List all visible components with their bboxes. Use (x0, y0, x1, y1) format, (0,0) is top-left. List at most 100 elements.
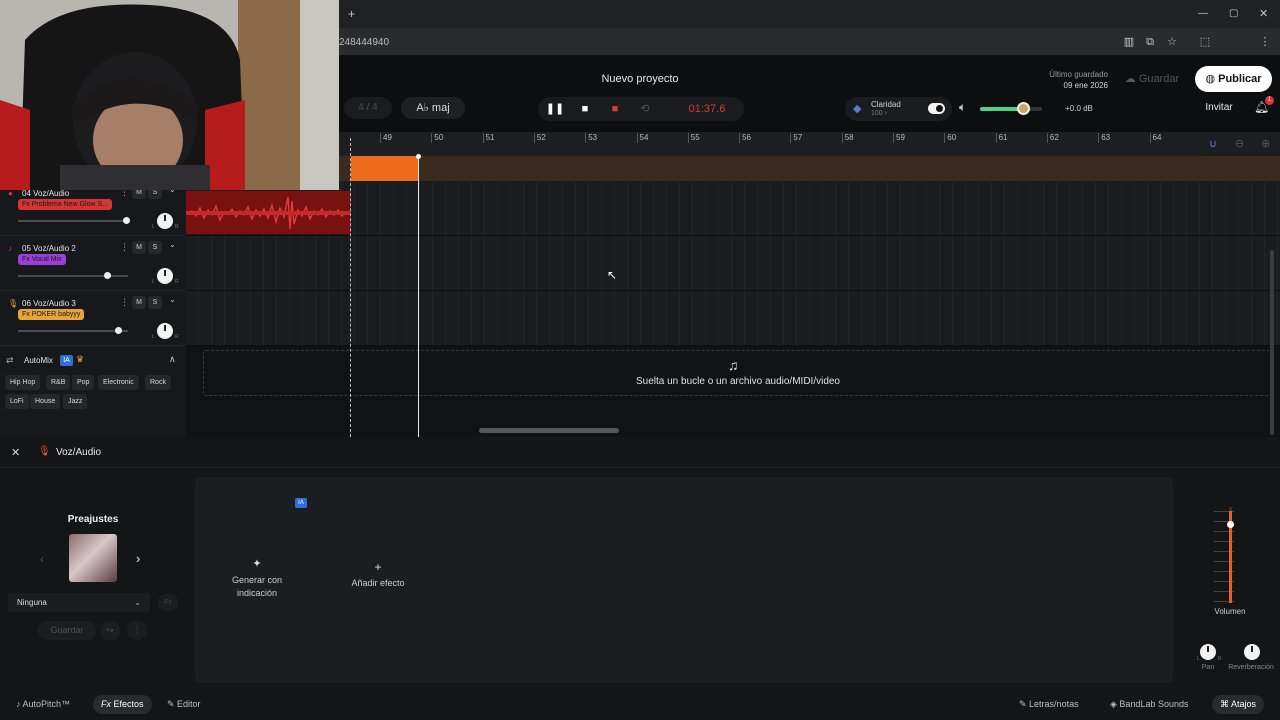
vertical-scrollbar[interactable] (1270, 250, 1274, 435)
bar-number: 57 (790, 133, 803, 143)
loop-region[interactable] (351, 156, 419, 181)
lyrics-tab[interactable]: ✎ Letras/notas (1011, 695, 1087, 714)
reverb-knob[interactable] (1244, 644, 1260, 660)
bookmark-star-icon[interactable]: ☆ (1165, 35, 1179, 49)
project-title[interactable]: Nuevo proyecto (560, 73, 720, 85)
pause-icon[interactable]: ❚❚ (540, 97, 570, 121)
add-effect-button[interactable]: + Añadir efecto (333, 560, 423, 589)
bandlab-sounds-tab[interactable]: ◈ BandLab Sounds (1102, 695, 1196, 714)
editor-tab[interactable]: ✎ Editor (159, 695, 209, 714)
timeline-ruler[interactable]: 49 50 51 52 53 54 55 56 57 58 59 60 61 62 63 64 (339, 132, 1280, 156)
loop-icon[interactable]: ⟲ (630, 97, 660, 121)
bar-number: 49 (380, 133, 392, 143)
master-volume-knob[interactable] (1017, 102, 1031, 115)
audio-clip[interactable] (186, 191, 351, 234)
genre-chip[interactable]: House (30, 394, 61, 409)
preset-fx-button[interactable]: Fx (158, 593, 178, 612)
genre-chip[interactable]: Hip Hop (5, 375, 41, 390)
solo-button[interactable]: S (148, 241, 162, 254)
solo-button[interactable]: S (148, 296, 162, 309)
track-volume-slider[interactable] (18, 217, 130, 224)
horizontal-scrollbar[interactable] (479, 428, 619, 433)
track-fx-chip[interactable]: Fx POKER babyyy (18, 309, 85, 320)
mute-button[interactable]: M (132, 296, 146, 309)
track-fx-chip[interactable]: Fx Vocal Mix (18, 254, 66, 265)
ai-badge: IA (295, 498, 307, 508)
preset-thumbnail[interactable] (69, 534, 117, 582)
track-menu-icon[interactable]: ⋮ (120, 297, 129, 308)
clarity-toggle[interactable] (928, 103, 945, 114)
chevron-left-icon[interactable]: ‹ (40, 552, 44, 566)
install-icon[interactable]: ⧉ (1143, 35, 1157, 49)
track-pan-knob[interactable] (157, 323, 173, 339)
genre-chip[interactable]: Pop (72, 375, 95, 390)
extensions-icon[interactable]: ⬚ (1198, 35, 1212, 49)
clarity-control[interactable]: ◆ Claridad 100 › (845, 97, 952, 121)
track-volume-slider[interactable] (18, 327, 128, 334)
snap-magnet-icon[interactable]: ∪ (1209, 137, 1217, 150)
save-button[interactable]: ☁ Guardar (1114, 68, 1190, 90)
url-text[interactable]: 248444940 (339, 37, 389, 48)
stop-icon[interactable]: ■ (570, 97, 600, 121)
close-icon[interactable]: ✕ (11, 446, 20, 459)
master-volume-slider[interactable] (980, 102, 1042, 115)
time-signature[interactable]: 4 / 4 (344, 97, 392, 119)
playhead[interactable] (416, 154, 421, 437)
pan-knob[interactable] (1200, 644, 1216, 660)
key-button[interactable]: A♭ maj (401, 97, 465, 119)
generate-effect-button[interactable]: ✦ Generar con indicación (212, 557, 302, 600)
shortcuts-tab[interactable]: ⌘ Atajos (1212, 695, 1265, 714)
chevron-right-icon[interactable]: › (136, 551, 140, 566)
share-icon[interactable]: ↪ (100, 621, 120, 640)
genre-chip[interactable]: R&B (46, 375, 71, 390)
more-icon[interactable]: ⋮ (127, 621, 147, 640)
volume-fader-knob[interactable] (1227, 521, 1234, 528)
invite-button[interactable]: Invitar (1196, 97, 1242, 119)
track-name[interactable]: 04 Voz/Audio (22, 189, 69, 198)
mute-button[interactable]: M (132, 241, 146, 254)
track-menu-icon[interactable]: ⋮ (120, 242, 129, 253)
close-window-button[interactable]: ✕ (1259, 6, 1268, 22)
speaker-icon[interactable]: 🔈︎ (959, 100, 966, 115)
genre-chip[interactable]: Electronic (98, 375, 139, 390)
maximize-button[interactable]: ▢ (1229, 6, 1238, 22)
track-name[interactable]: 05 Voz/Audio 2 (22, 244, 76, 253)
reader-icon[interactable]: ▥ (1122, 35, 1136, 49)
loop-bar[interactable] (339, 156, 1280, 181)
crown-icon: ♛ (76, 354, 85, 364)
track-pan-knob[interactable] (157, 268, 173, 284)
preset-save-button[interactable]: Guardar (38, 621, 96, 640)
chevron-down-icon[interactable]: ⌄ (169, 295, 179, 304)
chevron-down-icon[interactable]: ⌄ (169, 240, 179, 249)
bar-number: 61 (995, 133, 1008, 143)
preset-select[interactable]: Ninguna ⌄ (8, 593, 150, 612)
track-pan-knob[interactable] (157, 213, 173, 229)
track-volume-knob[interactable] (122, 217, 130, 224)
browser-menu-icon[interactable]: ⋮ (1258, 35, 1272, 49)
drop-zone[interactable]: ♫ Suelta un bucle o un archivo audio/MID… (203, 350, 1271, 396)
genre-chip[interactable]: Rock (145, 375, 171, 390)
record-icon[interactable]: ■ (600, 97, 630, 121)
track-volume-knob[interactable] (103, 272, 111, 279)
generate-effect-label: Generar con indicación (231, 575, 283, 598)
chevron-up-icon[interactable]: ∧ (169, 354, 176, 365)
track-header[interactable]: 🎙︎ 06 Voz/Audio 3 Fx POKER babyyy ⋮ M S ⌄ L R (0, 291, 186, 346)
effects-tab[interactable]: Fx Efectos (93, 695, 152, 714)
track-volume-slider[interactable] (18, 272, 128, 279)
publish-button[interactable]: ◍ Publicar (1195, 66, 1272, 92)
minimize-button[interactable]: — (1198, 6, 1208, 22)
zoom-out-icon[interactable]: ⊖ (1235, 137, 1244, 150)
track-name[interactable]: 06 Voz/Audio 3 (22, 299, 76, 308)
bar-number: 53 (585, 133, 598, 143)
zoom-in-icon[interactable]: ⊕ (1261, 137, 1270, 150)
track-volume-knob[interactable] (114, 327, 122, 334)
new-tab-button[interactable]: + (348, 6, 355, 22)
track-fx-chip[interactable]: Fx Problema New Glow S... (18, 199, 112, 210)
genre-chip[interactable]: Jazz (63, 394, 88, 409)
track-header[interactable]: ♪ 05 Voz/Audio 2 Fx Vocal Mix ⋮ M S ⌄ L R (0, 236, 186, 291)
automix-title[interactable]: AutoMix (24, 356, 53, 365)
loop-start-marker[interactable] (350, 138, 351, 437)
autopitch-tab[interactable]: ♪ AutoPitch™ (8, 695, 78, 714)
bar-number: 51 (482, 133, 495, 143)
genre-chip[interactable]: LoFi (5, 394, 29, 409)
